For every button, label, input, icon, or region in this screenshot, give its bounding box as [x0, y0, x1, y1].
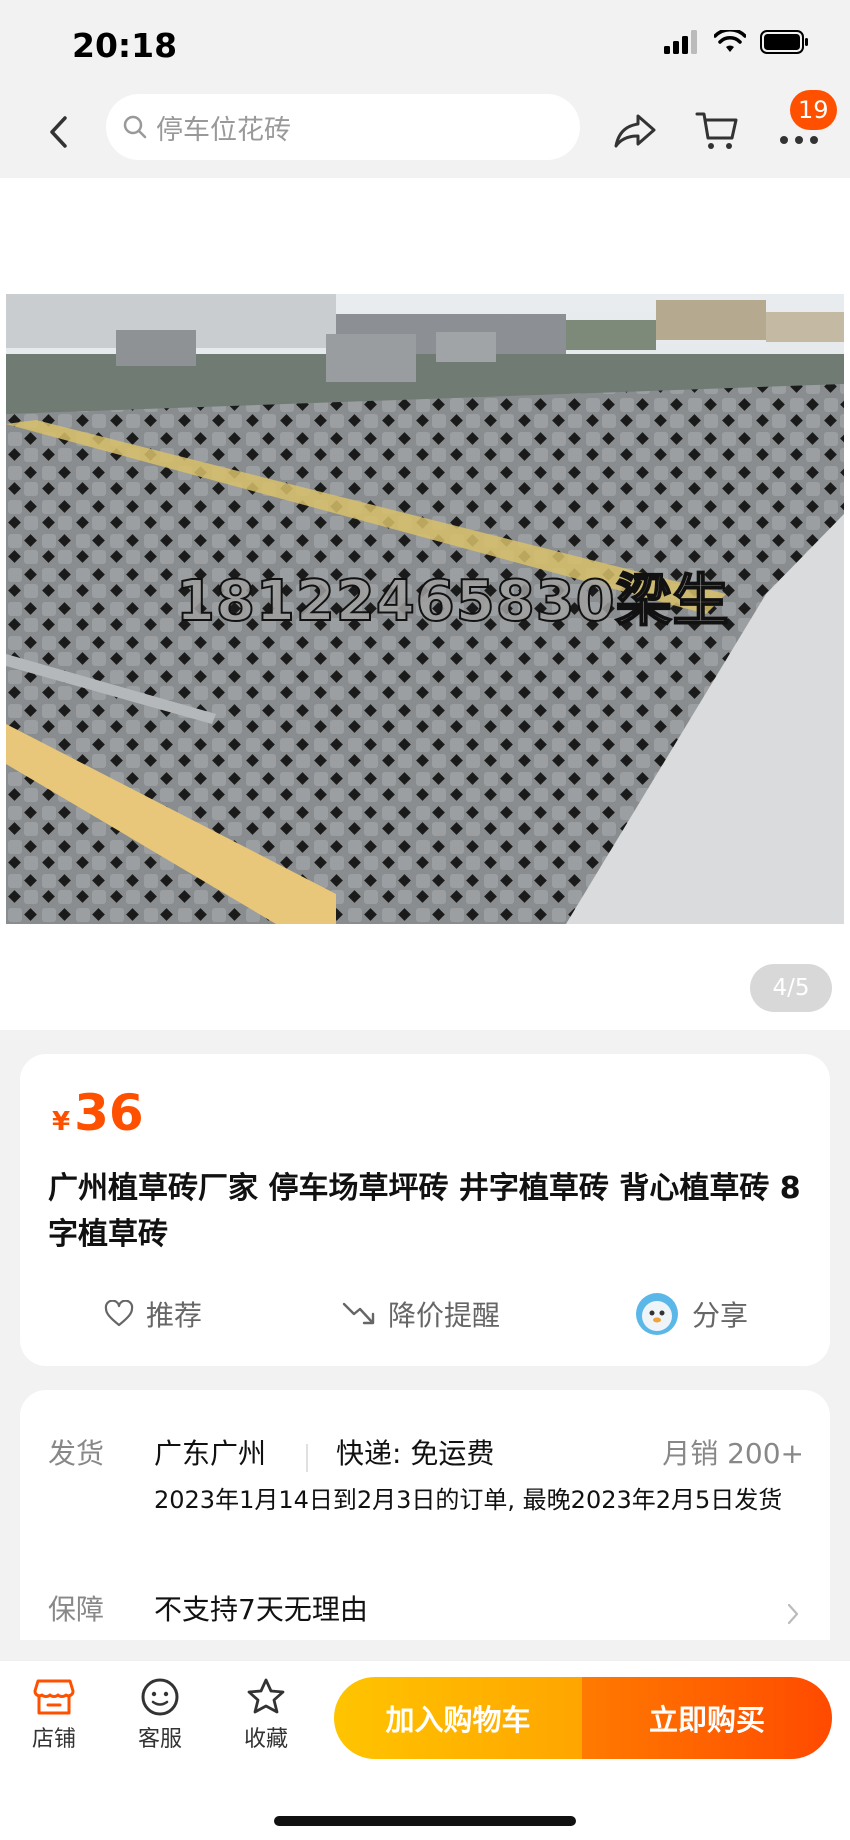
status-time: 20:18: [72, 26, 178, 65]
add-to-cart-button[interactable]: 加入购物车: [334, 1677, 582, 1759]
photo-watermark: 18122465830梁生: [175, 568, 730, 635]
chevron-right-icon[interactable]: [786, 1602, 800, 1626]
wifi-icon: [714, 30, 746, 52]
back-icon: [50, 116, 67, 148]
monthly-sales: 月销 200+: [662, 1437, 804, 1470]
share-icon: [614, 114, 656, 148]
cart-button[interactable]: [694, 108, 740, 154]
ship-origin: 广东广州: [154, 1437, 267, 1470]
product-title: 广州植草砖厂家 停车场草坪砖 井字植草砖 背心植草砖 8字植草砖: [48, 1171, 801, 1252]
favorite-tab[interactable]: 收藏: [226, 1677, 306, 1753]
signal-icon: [664, 30, 697, 54]
cart-icon: [695, 112, 738, 149]
recommend-label: 推荐: [146, 1299, 203, 1332]
page-indicator: 4/5: [750, 964, 832, 1012]
divider: [306, 1444, 308, 1472]
shop-label: 店铺: [31, 1727, 76, 1752]
status-icons: [664, 30, 810, 54]
ship-note: 2023年1月14日到2月3日的订单, 最晚2023年2月5日发货: [154, 1486, 783, 1514]
bottom-bar: 店铺 客服 收藏 加入购物车 立即购买: [0, 1660, 850, 1840]
shop-icon: [33, 1679, 75, 1715]
shop-tab[interactable]: 店铺: [14, 1677, 94, 1753]
battery-icon: [760, 30, 808, 54]
express-info: 快递: 免运费: [336, 1437, 495, 1470]
shipping-card: 发货 广东广州 快递: 免运费 月销 200+ 2023年1月14日到2月3日的…: [20, 1390, 830, 1640]
favorite-label: 收藏: [243, 1727, 288, 1752]
guarantee-text[interactable]: 不支持7天无理由: [154, 1588, 368, 1628]
status-bar: 20:18: [0, 0, 850, 90]
service-icon: [141, 1678, 179, 1716]
product-photo[interactable]: 18122465830梁生: [6, 294, 844, 924]
back-button[interactable]: [36, 110, 80, 154]
price-card: ¥ 36 广州植草砖厂家 停车场草坪砖 井字植草砖 背心植草砖 8字植草砖 推荐…: [20, 1054, 830, 1366]
price: ¥ 36: [52, 1084, 144, 1142]
customer-service-tab[interactable]: 客服: [120, 1677, 200, 1753]
currency-symbol: ¥: [52, 1107, 71, 1137]
search-input[interactable]: 停车位花砖: [106, 94, 580, 160]
price-value: 36: [74, 1084, 144, 1142]
share-mascot-icon: [636, 1293, 678, 1335]
home-indicator: [274, 1816, 576, 1826]
price-alert-button[interactable]: 降价提醒: [342, 1286, 500, 1342]
share-product-button[interactable]: 分享: [634, 1286, 748, 1342]
nav-bar: 停车位花砖 19: [0, 90, 850, 178]
guarantee-label: 保障: [48, 1593, 105, 1626]
ship-label: 发货: [48, 1437, 105, 1470]
share-button[interactable]: [612, 108, 658, 154]
star-icon: [247, 1678, 285, 1714]
recommend-button[interactable]: 推荐: [104, 1286, 202, 1342]
cart-badge: 19: [790, 90, 837, 130]
search-icon: [123, 115, 147, 139]
search-placeholder: 停车位花砖: [156, 114, 291, 146]
heart-icon: [104, 1300, 134, 1327]
image-gallery[interactable]: 18122465830梁生 4/5: [0, 178, 850, 1030]
price-drop-icon: [342, 1302, 375, 1325]
price-alert-label: 降价提醒: [388, 1299, 501, 1332]
share-label: 分享: [692, 1299, 749, 1332]
buy-now-button[interactable]: 立即购买: [582, 1677, 832, 1759]
service-label: 客服: [137, 1727, 182, 1752]
product-actions: 推荐 降价提醒 分享: [20, 1286, 830, 1342]
